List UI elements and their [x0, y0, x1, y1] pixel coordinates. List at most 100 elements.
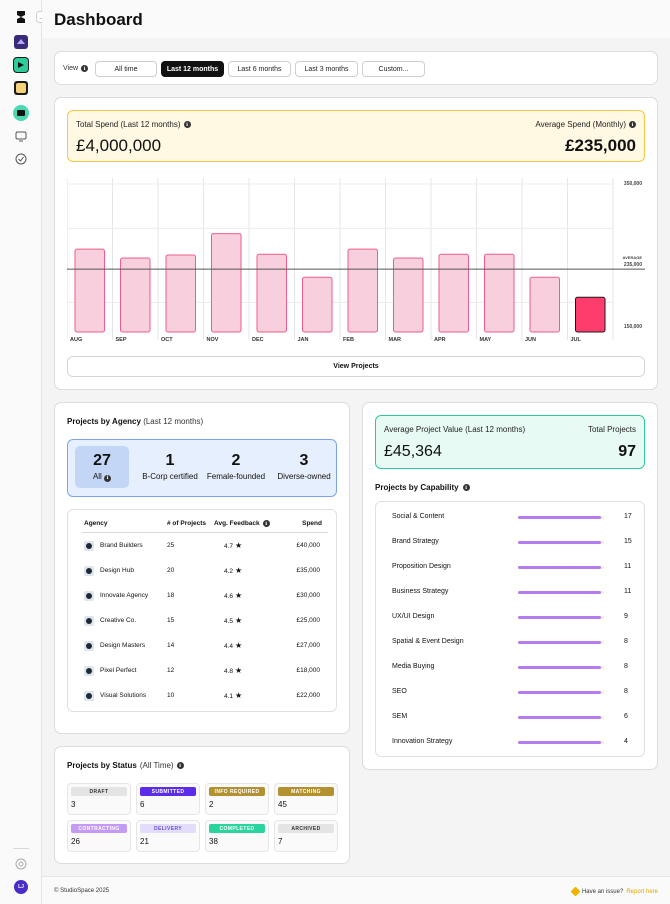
status-badge: ARCHIVED [278, 824, 334, 833]
view-projects-button[interactable]: View Projects [67, 356, 645, 377]
capability-label: Innovation Strategy [392, 738, 453, 745]
capability-bar [518, 516, 602, 519]
status-count: 3 [71, 800, 76, 809]
table-row[interactable]: Design Hub 20 4.2 ★ £35,000 [68, 565, 338, 590]
status-badge: SUBMITTED [140, 787, 196, 796]
stat-bcorp[interactable]: 1 B-Corp certified [138, 452, 202, 481]
status-cell[interactable]: MATCHING 45 [274, 783, 338, 815]
messages-nav-icon[interactable] [13, 128, 29, 144]
table-header-divider [82, 532, 328, 533]
col-spend[interactable]: Spend [302, 520, 322, 527]
stat-all-label-wrap: All i [75, 472, 129, 482]
agency-feedback-wrap: 4.2 ★ [224, 565, 242, 578]
agency-title-suffix: (Last 12 months) [143, 417, 204, 426]
info-icon[interactable]: i [462, 484, 470, 491]
agency-table: Agency # of Projects Avg. Feedback i Spe… [67, 509, 337, 712]
total-projects-value: 97 [618, 443, 636, 460]
capability-row[interactable]: Proposition Design 11 [376, 562, 646, 574]
stat-all[interactable]: 27 All i [75, 446, 129, 488]
bar-aug[interactable] [74, 248, 105, 333]
report-here-link[interactable]: Report here [626, 889, 658, 895]
capability-row[interactable]: Social & Content 17 [376, 512, 646, 524]
table-row[interactable]: Brand Builders 25 4.7 ★ £40,000 [68, 540, 338, 565]
capability-value: 9 [624, 613, 628, 620]
status-cell[interactable]: COMPLETED 38 [205, 820, 269, 852]
agency-logo [84, 541, 94, 551]
table-row[interactable]: Creative Co. 15 4.5 ★ £25,000 [68, 615, 338, 640]
bar-jan[interactable] [302, 276, 333, 333]
bar-oct[interactable] [165, 254, 196, 333]
bar-jun[interactable] [529, 276, 560, 333]
filter-last-6-months[interactable]: Last 6 months [228, 61, 291, 77]
studiospace-logo[interactable] [13, 9, 29, 25]
bar-may[interactable] [484, 253, 515, 333]
col-feedback: Avg. Feedback [214, 520, 260, 527]
dashboard-nav-icon[interactable] [13, 34, 29, 50]
table-row[interactable]: Visual Solutions 10 4.1 ★ £22,000 [68, 690, 338, 715]
status-cell[interactable]: DRAFT 3 [67, 783, 131, 815]
notes-nav-icon[interactable] [13, 80, 29, 96]
info-icon[interactable]: i [183, 121, 191, 128]
footer: © StudioSpace 2025 Have an issue? Report… [42, 876, 670, 904]
stat-female-founded[interactable]: 2 Female-founded [202, 452, 270, 481]
status-cell[interactable]: DELIVERY 21 [136, 820, 200, 852]
status-cell[interactable]: ARCHIVED 7 [274, 820, 338, 852]
capability-row[interactable]: UX/UI Design 9 [376, 612, 646, 624]
agency-feedback: 4.4 [224, 643, 234, 650]
status-cell[interactable]: INFO REQUIRED 2 [205, 783, 269, 815]
bar-nov[interactable] [211, 233, 242, 333]
stat-diverse-number: 3 [299, 452, 309, 469]
status-cell[interactable]: SUBMITTED 6 [136, 783, 200, 815]
x-tick-label: MAR [389, 337, 402, 343]
capability-row[interactable]: SEO 8 [376, 687, 646, 699]
status-card-title: Projects by Status (All Time) i [67, 761, 184, 770]
capability-list: Social & Content 17 Brand Strategy 15 Propos… [375, 501, 645, 757]
table-row[interactable]: Innovate Agency 18 4.6 ★ £30,000 [68, 590, 338, 615]
check-nav-icon[interactable] [13, 151, 29, 167]
stat-diverse-owned[interactable]: 3 Diverse-owned [272, 452, 336, 481]
filter-custom[interactable]: Custom... [362, 61, 425, 77]
status-count: 45 [278, 800, 287, 809]
agency-projects: 14 [167, 642, 175, 649]
bar-apr[interactable] [438, 253, 469, 333]
capability-bar-track [518, 616, 604, 619]
capability-row[interactable]: Media Buying 8 [376, 662, 646, 674]
info-icon[interactable]: i [629, 121, 636, 128]
agency-name: Brand Builders [100, 542, 143, 549]
agency-projects: 10 [167, 692, 175, 699]
capability-row[interactable]: Business Strategy 11 [376, 587, 646, 599]
info-icon[interactable]: i [104, 474, 112, 482]
capability-row[interactable]: SEM 6 [376, 712, 646, 724]
filter-last-3-months[interactable]: Last 3 months [295, 61, 358, 77]
col-feedback-wrap[interactable]: Avg. Feedback i [214, 520, 270, 527]
filter-last-12-months[interactable]: Last 12 months [161, 61, 224, 77]
col-agency[interactable]: Agency [84, 520, 107, 527]
bar-feb[interactable] [347, 248, 378, 333]
capability-label: Social & Content [392, 513, 445, 520]
info-icon[interactable]: i [176, 762, 184, 769]
agency-name: Pixel Perfect [100, 667, 137, 674]
star-icon: ★ [235, 591, 243, 600]
settings-icon[interactable] [13, 856, 29, 872]
info-icon[interactable]: i [262, 520, 270, 527]
bar-jul[interactable] [575, 296, 606, 333]
agencies-nav-icon[interactable] [13, 105, 29, 121]
table-row[interactable]: Design Masters 14 4.4 ★ £27,000 [68, 640, 338, 665]
capability-row[interactable]: Brand Strategy 15 [376, 537, 646, 549]
x-tick-label: DEC [252, 337, 264, 343]
user-avatar[interactable]: LJ [13, 879, 29, 895]
avg-spend-label-wrap: Average Spend (Monthly) i [535, 120, 636, 129]
capability-row[interactable]: Spatial & Event Design 8 [376, 637, 646, 649]
projects-nav-icon[interactable] [13, 57, 29, 73]
bar-dec[interactable] [256, 253, 287, 333]
capability-row[interactable]: Innovation Strategy 4 [376, 737, 646, 749]
capability-bar [518, 541, 602, 544]
stat-all-label: All [92, 472, 102, 481]
col-projects[interactable]: # of Projects [167, 520, 206, 527]
info-icon[interactable]: i [81, 65, 89, 72]
filter-all-time[interactable]: All time [95, 61, 157, 77]
table-row[interactable]: Pixel Perfect 12 4.8 ★ £18,000 [68, 665, 338, 690]
agency-logo [84, 691, 94, 701]
capability-bar-track [518, 516, 604, 519]
status-cell[interactable]: CONTRACTING 26 [67, 820, 131, 852]
